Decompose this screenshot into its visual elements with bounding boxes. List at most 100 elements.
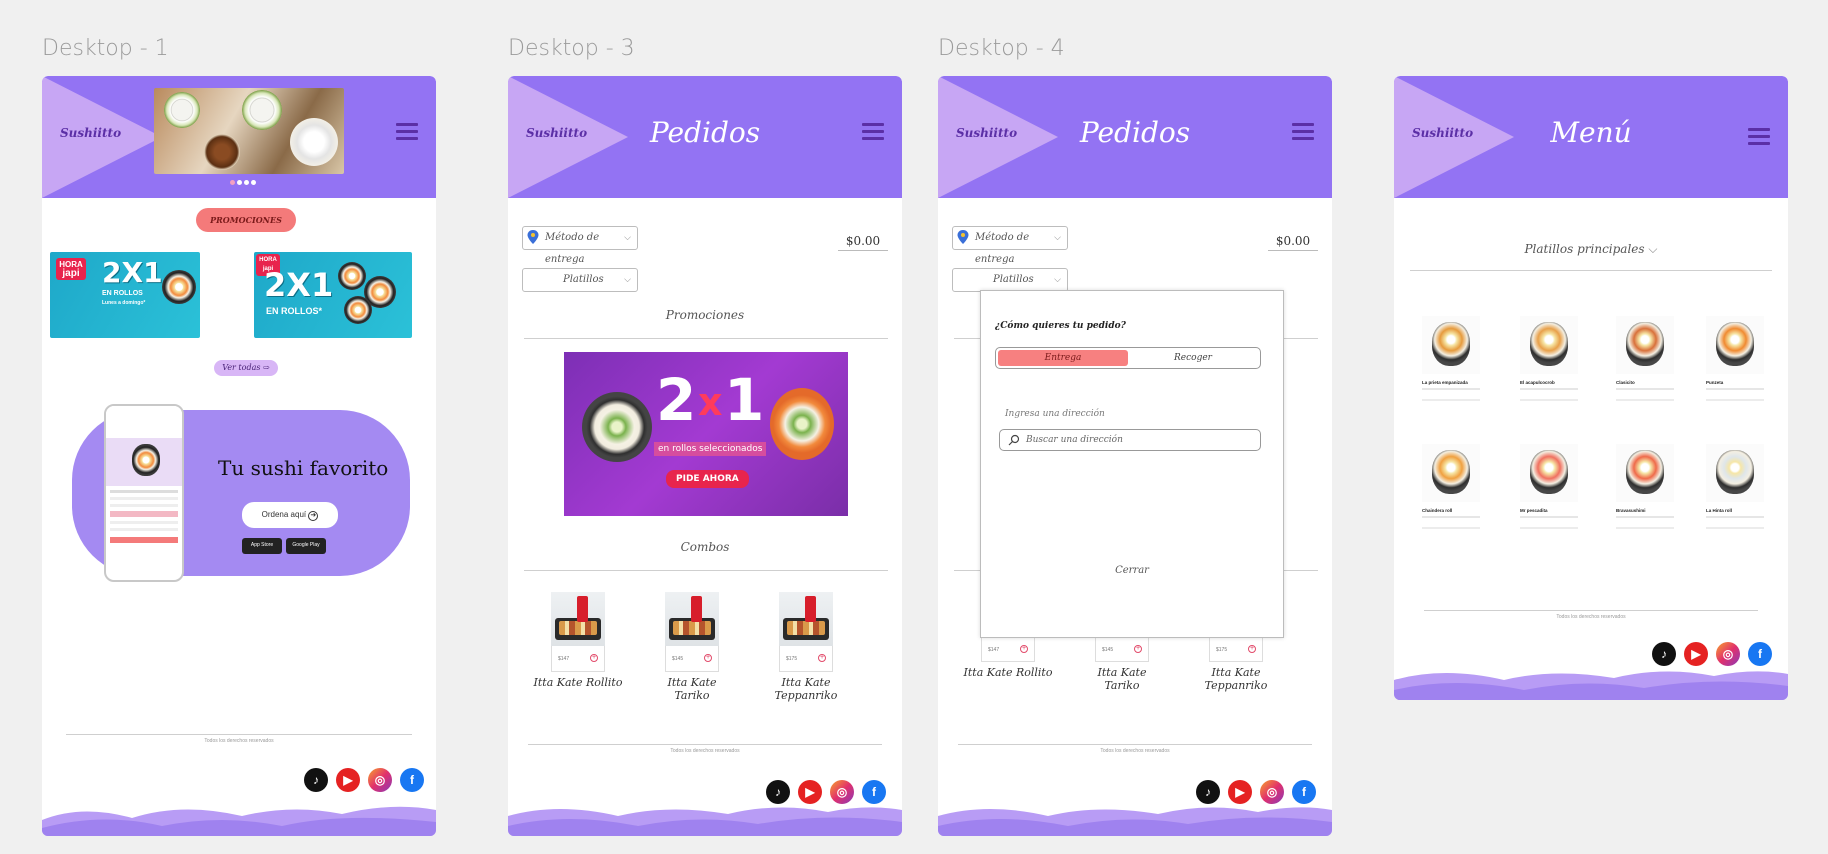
promo-banner-1[interactable]: HORA japi 2X1 EN ROLLOS Lunes a domingo* [50,252,200,338]
combo-name: Itta Kate Tariko [667,676,717,702]
google-play-badge[interactable]: Google Play [286,538,326,554]
instagram-icon[interactable]: ◎ [1260,780,1284,804]
footer-waves [42,806,436,836]
order-here-button[interactable]: Ordena aquí ➜ [242,502,338,528]
instagram-icon[interactable]: ◎ [368,768,392,792]
youtube-icon[interactable]: ▶ [1684,642,1708,666]
promo-2x1-banner[interactable]: 2 x 1 en rollos seleccionados PIDE AHORA [564,352,848,516]
copyright-text: Todos los derechos reservados [670,748,740,754]
delivery-option[interactable]: Entrega [998,350,1128,366]
dish-card[interactable]: El acapulcocrob [1520,316,1578,406]
youtube-icon[interactable]: ▶ [336,768,360,792]
dish-name: Chaindera roll [1422,508,1453,513]
combo-card[interactable]: $175 + Itta Kate Teppanriko [756,592,856,702]
instagram-icon[interactable]: ◎ [830,780,854,804]
promotions-button[interactable]: PROMOCIONES [196,208,296,232]
dish-name: La prieta empanizada [1422,380,1468,385]
delivery-method-select[interactable]: Método de entrega ⌵ [952,226,1068,265]
facebook-icon[interactable]: f [400,768,424,792]
hamburger-menu-icon[interactable] [862,123,884,141]
address-search-input[interactable]: Buscar una dirección [999,429,1261,451]
dish-name: La Hinta roll [1706,508,1733,513]
add-icon[interactable]: + [704,654,712,662]
copyright-text: Todos los derechos reservados [1100,748,1170,754]
frame-label-desktop-4: Desktop - 4 [938,36,1065,61]
dish-card[interactable]: La Hinta roll [1706,444,1764,534]
tiktok-icon[interactable]: ♪ [766,780,790,804]
combo-price: $147 [988,647,1000,653]
delivery-method-select[interactable]: Método de entrega ⌵ [522,226,638,265]
dish-card[interactable]: Bravasushimi [1616,444,1674,534]
combo-card[interactable]: $145 + Itta Kate Tariko [1072,636,1172,692]
sushi-roll-image [582,392,652,462]
cart-total: $0.00 [838,234,888,251]
promo-banner-2[interactable]: HORA japi 2X1 EN ROLLOS* [254,252,412,338]
carousel-dots[interactable] [230,180,256,185]
dish-card[interactable]: La prieta empanizada [1422,316,1480,406]
page-title: Pedidos [1079,116,1191,149]
carousel-dot[interactable] [230,180,235,185]
category-select[interactable]: Platillos ⌵ [952,268,1068,292]
dish-card[interactable]: Punzeta [1706,316,1764,406]
dish-card[interactable]: Mr pescadita [1520,444,1578,534]
combo-price: $147 [558,656,570,662]
facebook-icon[interactable]: f [862,780,886,804]
hamburger-menu-icon[interactable] [1292,123,1314,141]
map-pin-icon [527,230,539,244]
close-button[interactable]: Cerrar [981,565,1283,576]
social-links: ♪ ▶ ◎ f [304,768,424,792]
hamburger-menu-icon[interactable] [1748,128,1770,146]
promotions-heading: Promociones [665,308,745,322]
header: Sushiitto [42,76,436,198]
hamburger-menu-icon[interactable] [396,123,418,141]
combo-card[interactable]: $175 + Itta Kate Teppanriko [1186,636,1286,692]
frame-desktop-4: Sushiitto Pedidos Método de entrega ⌵ $0.… [938,76,1332,836]
frame-desktop-1: Sushiitto PROMOCIONES HORA japi 2X1 EN RO… [42,76,436,836]
combo-card[interactable]: $147 + Itta Kate Rollito [958,636,1058,679]
pickup-option[interactable]: Recoger [1128,350,1258,366]
add-icon[interactable]: + [818,654,826,662]
tiktok-icon[interactable]: ♪ [1652,642,1676,666]
dish-image [1530,322,1568,366]
chevron-down-icon: ⌵ [624,233,631,243]
instagram-icon[interactable]: ◎ [1716,642,1740,666]
frame-label-desktop-1: Desktop - 1 [42,36,169,61]
dish-image [1530,450,1568,494]
carousel-dot[interactable] [237,180,242,185]
app-store-badge[interactable]: App Store [242,538,282,554]
dish-card[interactable]: Clasicito [1616,316,1674,406]
dish-name: Bravasushimi [1616,508,1646,513]
tiktok-icon[interactable]: ♪ [1196,780,1220,804]
youtube-icon[interactable]: ▶ [798,780,822,804]
facebook-icon[interactable]: f [1748,642,1772,666]
chevron-down-icon: ⌵ [1054,233,1061,243]
carousel-dot[interactable] [251,180,256,185]
search-icon [1008,434,1020,446]
facebook-icon[interactable]: f [1292,780,1316,804]
combo-card[interactable]: $147 + Itta Kate Rollito [528,592,628,689]
order-type-toggle[interactable]: Entrega Recoger [995,347,1261,369]
add-icon[interactable]: + [1020,645,1028,653]
see-all-button[interactable]: Ver todas ⇨ [214,360,278,376]
food-plate [290,118,338,166]
add-icon[interactable]: + [590,654,598,662]
logo[interactable]: Sushiitto [60,126,121,140]
header: Sushiitto Pedidos [508,76,902,198]
arrow-circle-icon: ➜ [308,511,319,521]
chevron-down-icon: ⌵ [624,275,631,285]
footer-divider [1424,610,1758,611]
youtube-icon[interactable]: ▶ [1228,780,1252,804]
dish-card[interactable]: Chaindera roll [1422,444,1480,534]
combo-name: Itta Kate Teppanriko [774,676,838,702]
category-select[interactable]: Platillos ⌵ [522,268,638,292]
promo-detail: Lunes a domingo* [102,300,146,306]
carousel-dot[interactable] [244,180,249,185]
order-now-button[interactable]: PIDE AHORA [666,470,749,488]
add-icon[interactable]: + [1134,645,1142,653]
combo-card[interactable]: $145 + Itta Kate Tariko [642,592,742,702]
add-icon[interactable]: + [1248,645,1256,653]
dish-name: Punzeta [1706,380,1724,385]
tiktok-icon[interactable]: ♪ [304,768,328,792]
category-dropdown[interactable]: Platillos principales ⌵ [1394,242,1788,257]
hero-carousel[interactable] [154,88,344,174]
